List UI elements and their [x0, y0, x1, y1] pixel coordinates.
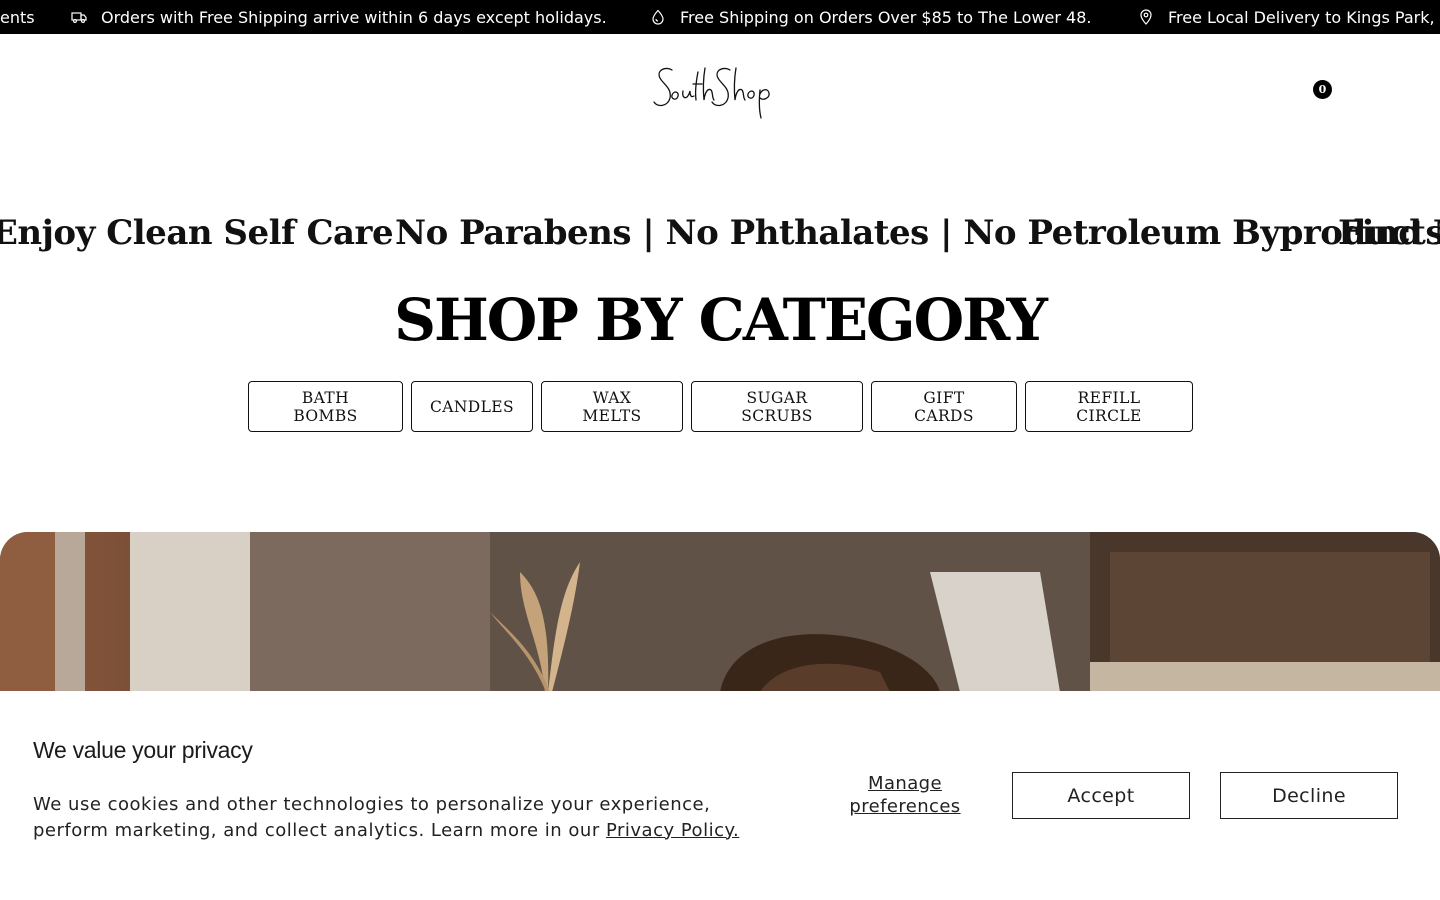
announcement-item: Orders with Free Shipping arrive within …	[71, 0, 607, 34]
site-logo[interactable]	[650, 62, 800, 122]
announcement-text: Free Local Delivery to Kings Park,	[1168, 7, 1435, 27]
announcement-text: Free Shipping on Orders Over $85 to The …	[680, 7, 1092, 27]
announcement-text: ents	[0, 7, 35, 27]
cart-count-badge: 0	[1313, 80, 1332, 99]
category-buttons: BATH BOMBS CANDLES WAX MELTS SUGAR SCRUB…	[248, 381, 1193, 432]
announcement-bar: ents Orders with Free Shipping arrive wi…	[0, 0, 1440, 34]
manage-preferences-button[interactable]: Manage preferences	[835, 772, 975, 818]
accept-button[interactable]: Accept	[1012, 772, 1190, 819]
category-button-sugar-scrubs[interactable]: SUGAR SCRUBS	[691, 381, 863, 432]
site-header: 0	[0, 34, 1440, 164]
marquee-item: Find M	[1338, 213, 1440, 253]
decline-button[interactable]: Decline	[1220, 772, 1398, 819]
category-button-bath-bombs[interactable]: BATH BOMBS	[248, 381, 403, 432]
announcement-text: Orders with Free Shipping arrive within …	[101, 7, 607, 27]
announcement-item: Free Shipping on Orders Over $85 to The …	[650, 0, 1091, 34]
marquee-item: No Parabens | No Phthalates | No Petrole…	[395, 213, 1440, 253]
cookie-banner: We value your privacy We use cookies and…	[0, 691, 1440, 900]
category-button-candles[interactable]: CANDLES	[411, 381, 533, 432]
announcement-item: ents	[0, 0, 35, 34]
truck-icon	[71, 12, 87, 24]
category-section-title: SHOP BY CATEGORY	[394, 286, 1048, 354]
drop-icon	[652, 9, 664, 25]
marquee-item: Enjoy Clean Self Care	[0, 213, 394, 253]
benefits-marquee: Enjoy Clean Self Care No Parabens | No P…	[0, 205, 1440, 269]
category-button-gift-cards[interactable]: GIFT CARDS	[871, 381, 1017, 432]
announcement-item: Free Local Delivery to Kings Park,	[1138, 0, 1435, 34]
category-button-wax-melts[interactable]: WAX MELTS	[541, 381, 683, 432]
map-pin-icon	[1140, 9, 1152, 25]
cart-button[interactable]: 0	[1306, 76, 1338, 108]
privacy-policy-link[interactable]: Privacy Policy.	[606, 820, 739, 841]
category-button-refill-circle[interactable]: REFILL CIRCLE	[1025, 381, 1193, 432]
cookie-description: We use cookies and other technologies to…	[33, 792, 753, 843]
cookie-title: We value your privacy	[33, 737, 253, 763]
